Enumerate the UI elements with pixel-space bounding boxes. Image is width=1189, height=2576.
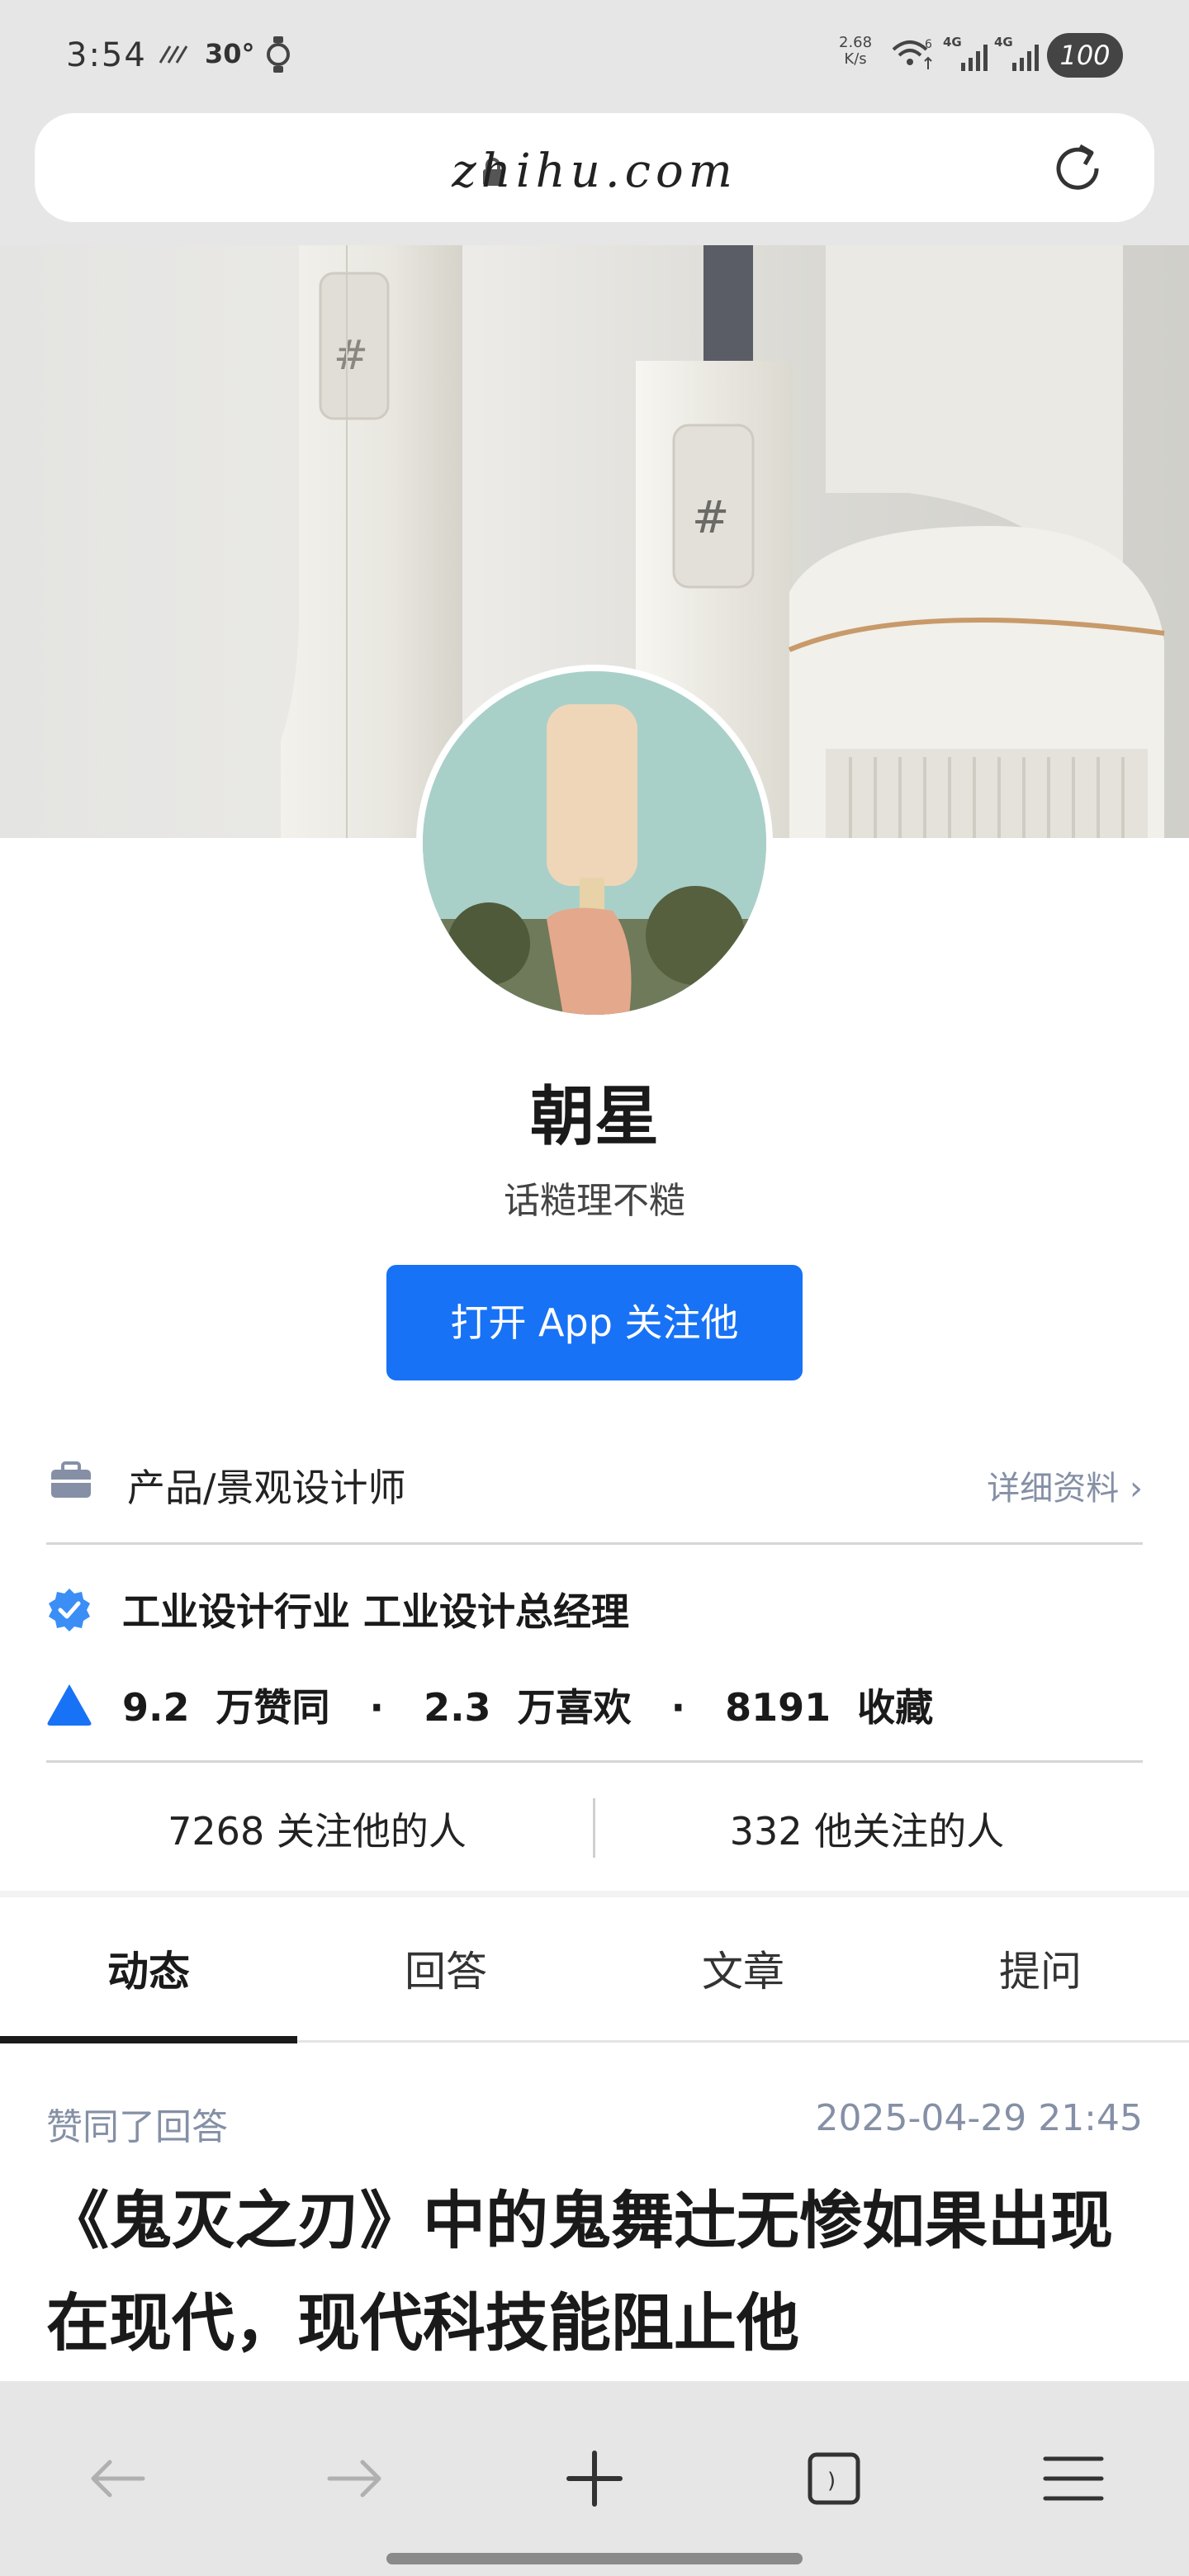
svg-text:): ) xyxy=(827,2469,836,2493)
open-app-follow-button[interactable]: 打开 App 关注他 xyxy=(386,1265,803,1380)
battery-indicator: 100 xyxy=(1047,33,1123,78)
feed-title[interactable]: 《鬼灭之刃》中的鬼舞辻无惨如果出现在现代，现代科技能阻止他 xyxy=(46,2170,1153,2375)
cell-signal-2-icon: 4G xyxy=(994,35,1039,71)
feed-timestamp: 2025-04-29 21:45 xyxy=(815,2097,1144,2139)
net-speed: 2.68 K/s xyxy=(839,35,872,68)
back-button[interactable] xyxy=(68,2429,167,2528)
tab-activity[interactable]: 动态 xyxy=(0,1939,297,1998)
svg-text:4G: 4G xyxy=(994,35,1013,50)
new-tab-plus-icon xyxy=(566,2451,623,2507)
status-temperature: 30° xyxy=(205,38,255,69)
browser-bottom-nav: ) xyxy=(0,2381,1189,2576)
follow-counts: 7268 关注他的人 332 他关注的人 xyxy=(0,1773,1189,1886)
divider xyxy=(46,1760,1143,1763)
tabs-button[interactable]: ) xyxy=(784,2429,883,2528)
verification-text: 工业设计行业 工业设计总经理 xyxy=(122,1589,630,1634)
svg-text:#: # xyxy=(334,331,368,379)
forward-button[interactable] xyxy=(306,2429,405,2528)
net-speed-value: 2.68 xyxy=(839,34,873,51)
cell-signal-1-icon: 4G xyxy=(943,35,988,71)
status-bar: 3:54 30° 2.68 K/s 6 4G 4G 100 xyxy=(0,0,1189,111)
new-tab-button[interactable] xyxy=(545,2429,644,2528)
menu-icon xyxy=(1043,2456,1104,2501)
svg-text:4G: 4G xyxy=(943,35,962,50)
svg-text:#: # xyxy=(692,491,729,543)
followers-count[interactable]: 7268 关注他的人 xyxy=(20,1802,614,1856)
reload-icon[interactable] xyxy=(1049,140,1106,197)
upvote-triangle-icon xyxy=(47,1684,92,1726)
stats-row: 9.2 万赞同 · 2.3 万喜欢 · 8191 收藏 xyxy=(46,1678,1143,1730)
occupation-row[interactable]: 产品/景观设计师 详细资料 › xyxy=(46,1447,1143,1518)
signal-waves-icon xyxy=(159,45,188,64)
detail-profile-link[interactable]: 详细资料 › xyxy=(987,1461,1143,1509)
status-time: 3:54 xyxy=(66,36,147,74)
svg-text:6: 6 xyxy=(925,38,932,51)
section-gap xyxy=(0,1891,1189,1897)
occupation-text: 产品/景观设计师 xyxy=(127,1466,406,1510)
profile-name: 朝星 xyxy=(529,1080,659,1154)
stats-text: 9.2 万赞同 · 2.3 万喜欢 · 8191 收藏 xyxy=(122,1685,934,1730)
tabs-icon: ) xyxy=(808,2452,860,2505)
active-tab-indicator xyxy=(0,2036,297,2043)
divider xyxy=(46,1542,1143,1545)
briefcase-icon xyxy=(51,1461,91,1498)
back-arrow-icon xyxy=(91,2460,145,2498)
profile-tabs: 动态 回答 文章 提问 xyxy=(0,1897,1189,2043)
watch-icon xyxy=(267,36,290,73)
tab-answers[interactable]: 回答 xyxy=(297,1939,594,1998)
verified-badge-icon xyxy=(49,1589,90,1631)
browser-toolbar: zhihu.com xyxy=(0,111,1189,245)
feed-action: 赞同了回答 xyxy=(46,2106,228,2148)
menu-button[interactable] xyxy=(1024,2429,1123,2528)
verification-row: 工业设计行业 工业设计总经理 xyxy=(46,1582,1143,1634)
following-count[interactable]: 332 他关注的人 xyxy=(570,1802,1164,1856)
avatar-image xyxy=(423,671,766,1015)
url-text[interactable]: zhihu.com xyxy=(35,144,1154,198)
avatar[interactable] xyxy=(416,665,773,1021)
forward-arrow-icon xyxy=(327,2460,381,2498)
wifi-icon: 6 xyxy=(892,38,932,69)
home-indicator[interactable] xyxy=(386,2553,803,2564)
tab-articles[interactable]: 文章 xyxy=(594,1939,892,1998)
tab-questions[interactable]: 提问 xyxy=(892,1939,1189,1998)
net-speed-unit: K/s xyxy=(844,50,867,68)
address-bar[interactable]: zhihu.com xyxy=(35,113,1154,222)
profile-headline: 话糙理不糙 xyxy=(504,1180,685,1222)
